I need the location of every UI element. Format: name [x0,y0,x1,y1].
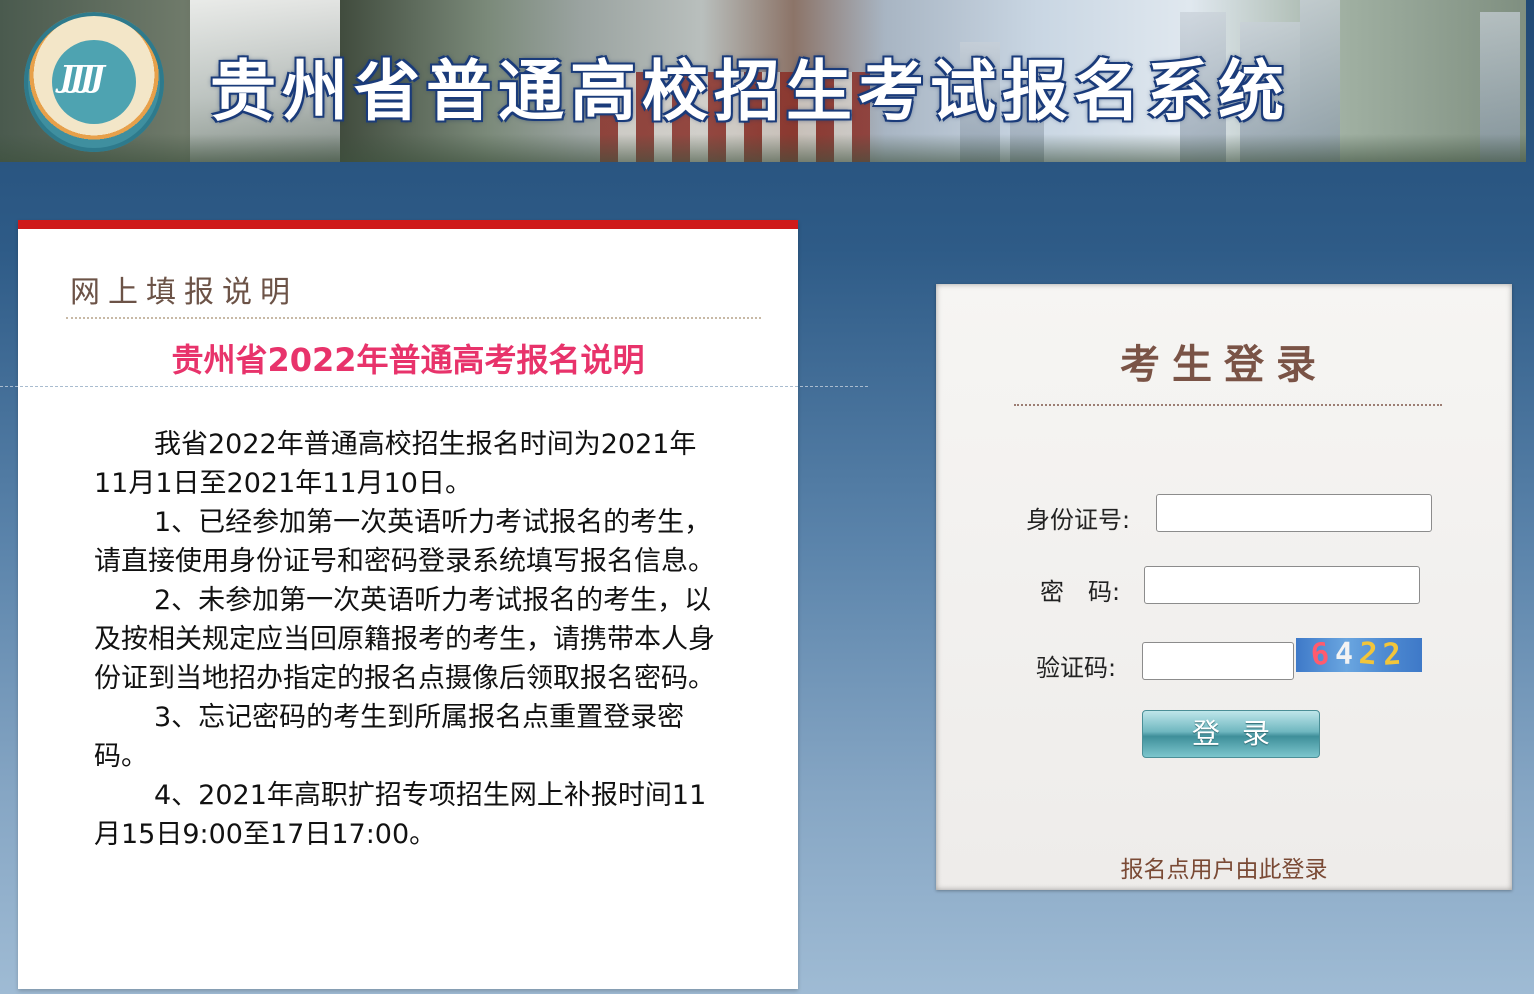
captcha-image[interactable]: 6422 [1296,635,1422,674]
login-panel: 考生登录 身份证号: 密 码: 验证码: 6422 登录 报名点用户由此登录 [936,284,1512,890]
site-user-login-link[interactable]: 报名点用户由此登录 [936,850,1512,884]
system-title: 贵州省普通高校招生考试报名系统 [210,52,1290,130]
notice-paragraph: 2、未参加第一次英语听力考试报名的考生，以及按相关规定应当回原籍报考的考生，请携… [94,585,715,694]
captcha-digit: 4 [1334,637,1359,672]
guizhou-exam-logo-icon [24,12,164,152]
banner-ground [0,134,1526,162]
password-input[interactable] [1144,566,1420,604]
notice-paragraph: 3、忘记密码的考生到所属报名点重置登录密码。 [94,702,685,772]
notice-panel: 网上填报说明 贵州省2022年普通高考报名说明 我省2022年普通高校招生报名时… [18,220,798,989]
notice-header: 网上填报说明 [66,265,761,319]
notice-title: 贵州省2022年普通高考报名说明 [171,341,645,379]
notice-paragraph: 我省2022年普通高校招生报名时间为2021年11月1日至2021年11月10日… [94,429,697,499]
captcha-input[interactable] [1142,642,1294,680]
header-banner: 贵州省普通高校招生考试报名系统 [0,0,1526,162]
id-number-input[interactable] [1156,494,1432,532]
login-title: 考生登录 [1120,341,1328,388]
id-number-label: 身份证号: [1026,506,1131,534]
password-label: 密 码: [1040,578,1121,606]
notice-paragraph: 1、已经参加第一次英语听力考试报名的考生，请直接使用身份证号和密码登录系统填写报… [94,507,715,577]
notice-paragraph: 4、2021年高职扩招专项招生网上补报时间11月15日9:00至17日17:00… [94,780,707,850]
captcha-digit: 2 [1357,636,1385,673]
captcha-digit: 6 [1309,635,1337,674]
captcha-digit: 2 [1381,636,1409,673]
notice-body: 我省2022年普通高校招生报名时间为2021年11月1日至2021年11月10日… [94,425,730,854]
login-title-underline [1014,404,1442,406]
captcha-label: 验证码: [1036,654,1117,682]
section-divider [0,386,868,387]
notice-header-label: 网上填报说明 [70,275,298,310]
login-button[interactable]: 登录 [1142,710,1320,758]
